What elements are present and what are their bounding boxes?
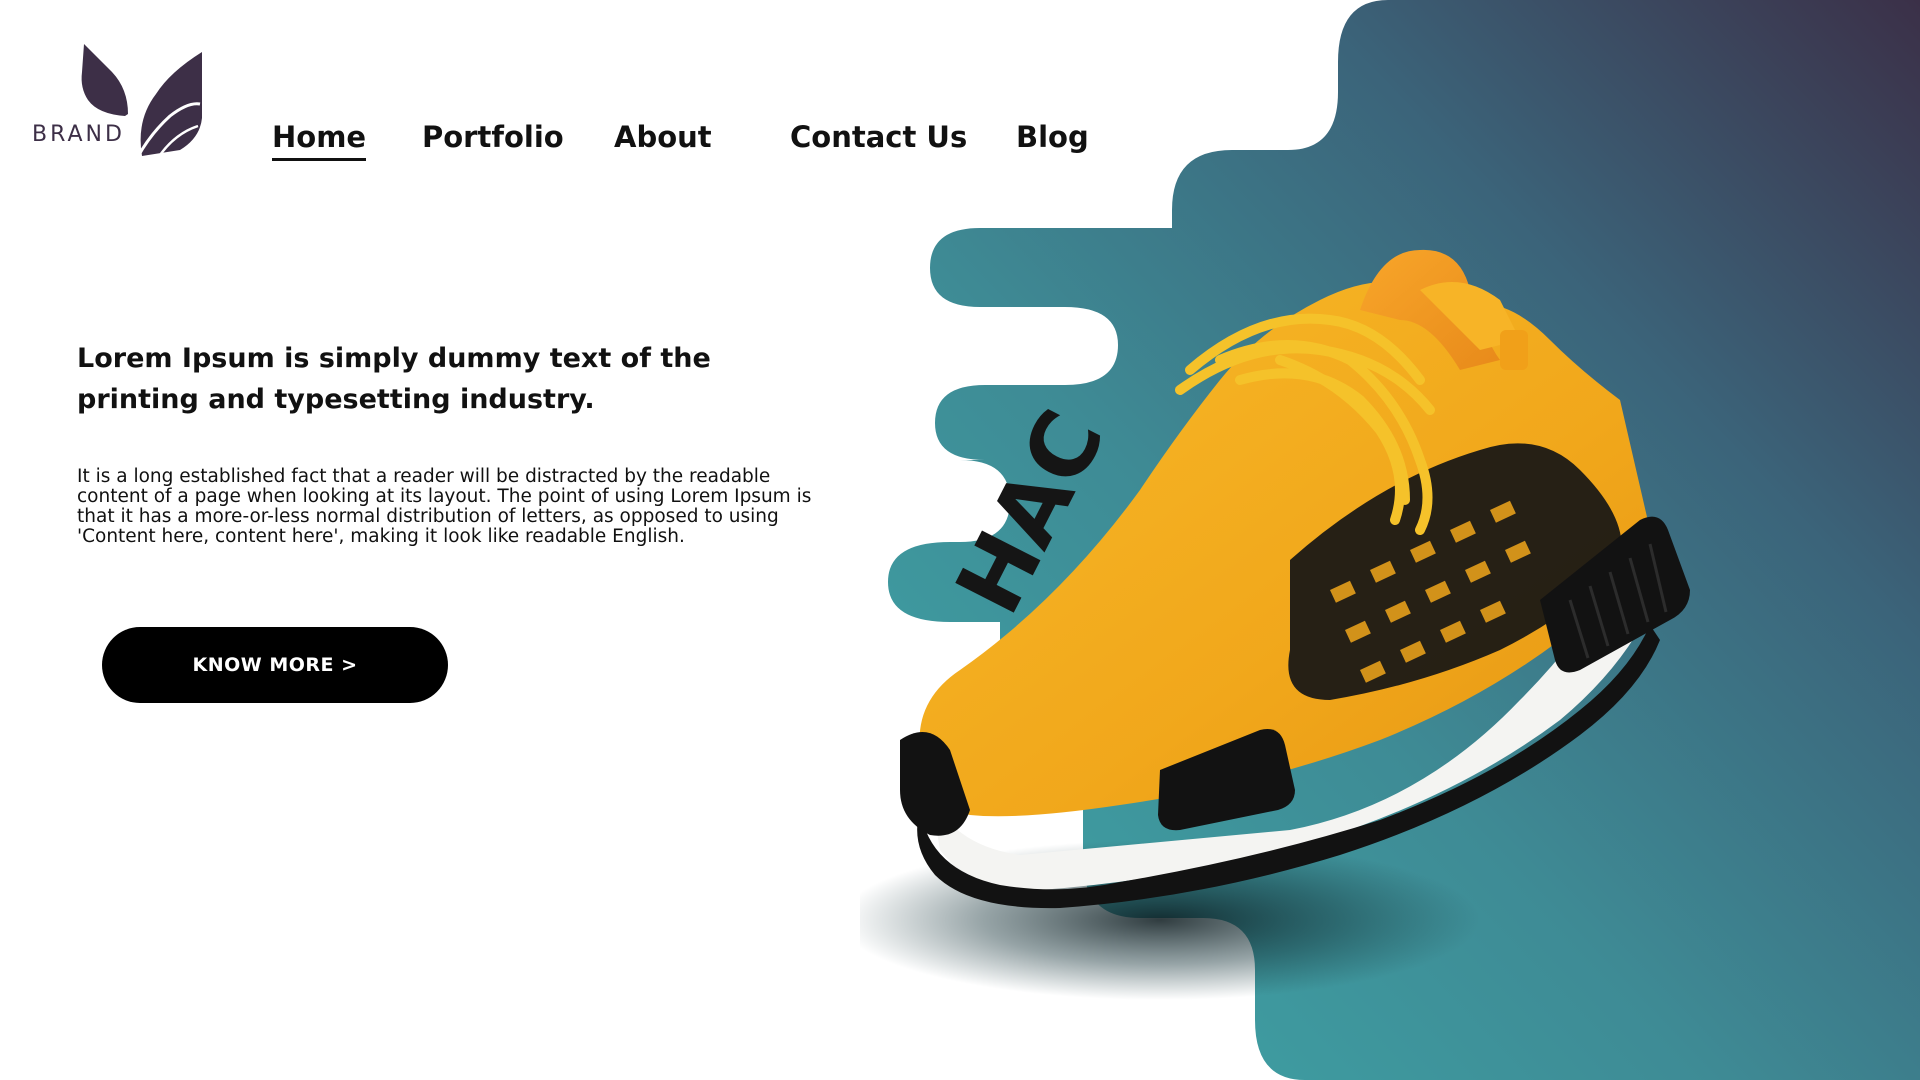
- sneaker-image: HAC: [860, 249, 1690, 1000]
- hero-description: It is a long established fact that a rea…: [77, 466, 812, 547]
- shoe-heel-tab: [1500, 330, 1528, 370]
- brand-name: BRAND: [32, 122, 125, 147]
- nav-item-about[interactable]: About: [614, 120, 712, 154]
- nav-item-blog[interactable]: Blog: [1016, 120, 1089, 154]
- nav-item-portfolio[interactable]: Portfolio: [422, 120, 564, 154]
- hero-headline: Lorem Ipsum is simply dummy text of the …: [77, 343, 711, 415]
- nav-item-contact-us[interactable]: Contact Us: [790, 120, 967, 154]
- landing-page: BRAND Home Portfolio About Contact Us Bl…: [0, 0, 1920, 1080]
- know-more-button[interactable]: KNOW MORE >: [102, 627, 448, 703]
- nav-item-home[interactable]: Home: [272, 120, 367, 161]
